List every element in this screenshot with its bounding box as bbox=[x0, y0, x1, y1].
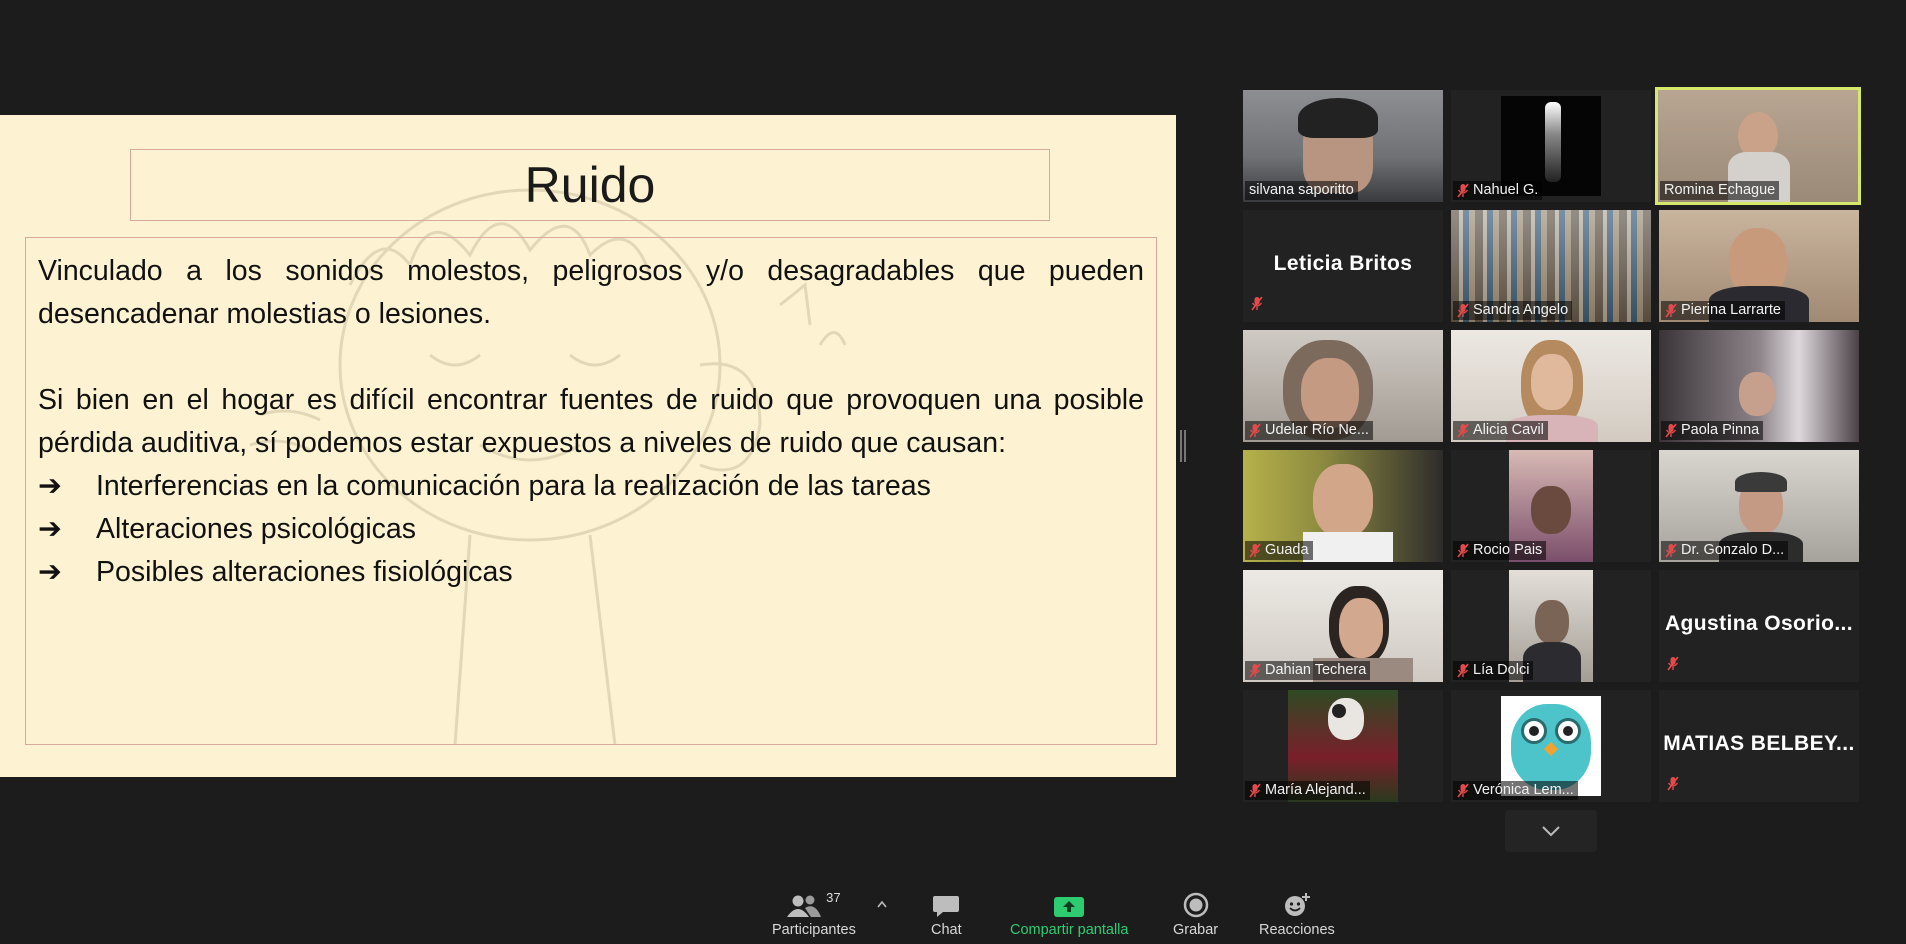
mic-off-icon bbox=[1665, 303, 1677, 318]
chat-icon bbox=[933, 896, 960, 917]
participant-tile-active-speaker[interactable]: Romina Echague bbox=[1655, 87, 1861, 205]
participant-name: Alicia Cavil bbox=[1453, 421, 1548, 440]
participants-count: 37 bbox=[826, 890, 841, 905]
mic-off-icon bbox=[1665, 423, 1677, 438]
slide-body-box: Vinculado a los sonidos molestos, peligr… bbox=[25, 237, 1157, 745]
participants-button[interactable]: 37 Participantes bbox=[772, 888, 856, 938]
participant-name: Verónica Lem... bbox=[1453, 781, 1578, 800]
participant-tile[interactable]: MATIAS BELBEY... bbox=[1659, 690, 1859, 802]
mic-off-icon bbox=[1667, 656, 1679, 671]
mic-off-icon bbox=[1457, 783, 1469, 798]
participants-icon bbox=[787, 895, 822, 917]
participant-tile[interactable]: Nahuel G. bbox=[1451, 90, 1651, 202]
participant-name: Rocio Pais bbox=[1453, 541, 1547, 560]
slide-bullet-item: ➔ Posibles alteraciones fisiológicas bbox=[38, 551, 1144, 594]
participant-name: silvana saporitto bbox=[1245, 181, 1358, 200]
mic-off-icon bbox=[1457, 543, 1469, 558]
participant-tile[interactable]: Sandra Angelo bbox=[1451, 210, 1651, 322]
mic-off-icon bbox=[1249, 423, 1261, 438]
record-icon bbox=[1183, 892, 1208, 918]
record-button[interactable]: Grabar bbox=[1173, 888, 1218, 938]
slide-bullet-item: ➔ Alteraciones psicológicas bbox=[38, 508, 1144, 551]
mic-off-icon bbox=[1457, 303, 1469, 318]
arrow-icon: ➔ bbox=[38, 556, 62, 588]
mic-off-icon bbox=[1665, 543, 1677, 558]
mic-off-icon bbox=[1249, 543, 1261, 558]
participant-tile[interactable]: María Alejand... bbox=[1243, 690, 1443, 802]
arrow-icon: ➔ bbox=[38, 513, 62, 545]
participant-tile[interactable]: silvana saporitto bbox=[1243, 90, 1443, 202]
chevron-down-icon bbox=[1542, 826, 1560, 837]
participant-name-placeholder: MATIAS BELBEY... bbox=[1663, 732, 1855, 755]
participant-name-placeholder: Agustina Osorio... bbox=[1664, 612, 1854, 635]
participant-name: Udelar Río Ne... bbox=[1245, 421, 1373, 440]
participant-name: Paola Pinna bbox=[1661, 421, 1764, 440]
participant-name-placeholder: Leticia Britos bbox=[1273, 252, 1413, 275]
split-resize-handle[interactable] bbox=[1180, 430, 1186, 462]
participant-tile[interactable]: Rocio Pais bbox=[1451, 450, 1651, 562]
participant-tile[interactable]: Agustina Osorio... bbox=[1659, 570, 1859, 682]
participant-tile[interactable]: Alicia Cavil bbox=[1451, 330, 1651, 442]
participant-tile[interactable]: Pierina Larrarte bbox=[1659, 210, 1859, 322]
participant-name: Guada bbox=[1245, 541, 1313, 560]
participant-tile[interactable]: Verónica Lem... bbox=[1451, 690, 1651, 802]
participant-tile[interactable]: Dahian Techera bbox=[1243, 570, 1443, 682]
slide-paragraph-2: Si bien en el hogar es difícil encontrar… bbox=[38, 384, 1144, 459]
participant-name: María Alejand... bbox=[1245, 781, 1370, 800]
gallery-scroll-down-button[interactable] bbox=[1505, 810, 1597, 852]
shared-slide: Ruido Vinculado a los sonidos molestos, … bbox=[0, 115, 1176, 777]
mic-off-icon bbox=[1667, 776, 1679, 791]
slide-bullet-item: ➔ Interferencias en la comunicación para … bbox=[38, 465, 1144, 508]
participant-name: Nahuel G. bbox=[1453, 181, 1543, 200]
participant-name: Sandra Angelo bbox=[1453, 301, 1573, 320]
participant-name: Dahian Techera bbox=[1245, 661, 1371, 680]
mic-off-icon bbox=[1457, 423, 1469, 438]
share-screen-button[interactable]: Compartir pantalla bbox=[1010, 888, 1128, 938]
participant-tile[interactable]: Leticia Britos bbox=[1243, 210, 1443, 322]
slide-paragraph-1: Vinculado a los sonidos molestos, peligr… bbox=[38, 255, 1144, 330]
slide-title-box: Ruido bbox=[130, 149, 1050, 221]
reactions-button[interactable]: Reacciones bbox=[1259, 888, 1335, 938]
participant-tile[interactable]: Udelar Río Ne... bbox=[1243, 330, 1443, 442]
slide-bullet-list: ➔ Interferencias en la comunicación para … bbox=[38, 465, 1144, 594]
participant-tile[interactable]: Lía Dolci bbox=[1451, 570, 1651, 682]
participant-name: Lía Dolci bbox=[1453, 661, 1534, 680]
participants-menu-caret[interactable] bbox=[876, 895, 888, 913]
mic-off-icon bbox=[1457, 663, 1469, 678]
participant-tile[interactable]: Guada bbox=[1243, 450, 1443, 562]
mic-off-icon bbox=[1251, 296, 1263, 311]
participant-name: Dr. Gonzalo D... bbox=[1661, 541, 1789, 560]
caret-up-icon bbox=[877, 900, 887, 908]
arrow-icon: ➔ bbox=[38, 470, 62, 502]
participant-name: Romina Echague bbox=[1660, 181, 1780, 200]
share-screen-icon bbox=[1054, 897, 1085, 917]
mic-off-icon bbox=[1457, 183, 1469, 198]
mic-off-icon bbox=[1249, 663, 1261, 678]
participant-name: Pierina Larrarte bbox=[1661, 301, 1785, 320]
reactions-icon bbox=[1284, 893, 1310, 916]
participant-tile[interactable]: Paola Pinna bbox=[1659, 330, 1859, 442]
chat-button[interactable]: Chat bbox=[931, 888, 962, 938]
participant-tile[interactable]: Dr. Gonzalo D... bbox=[1659, 450, 1859, 562]
mic-off-icon bbox=[1249, 783, 1261, 798]
slide-title: Ruido bbox=[524, 157, 656, 213]
